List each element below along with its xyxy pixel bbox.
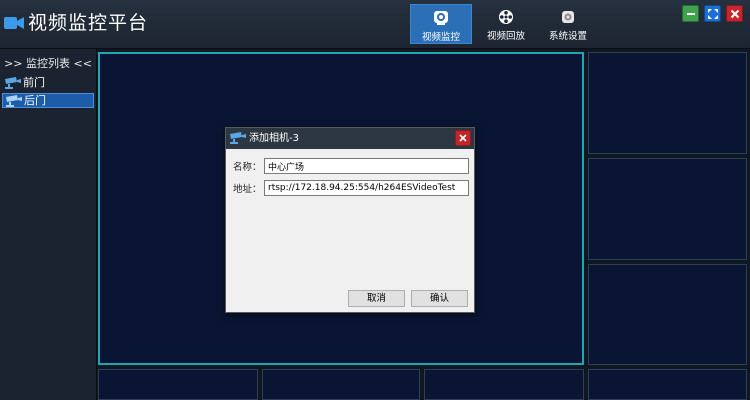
tab-video-monitoring[interactable]: 视频监控	[410, 4, 472, 44]
address-input[interactable]	[264, 180, 469, 196]
video-cell-8[interactable]	[588, 369, 747, 400]
tab-label: 视频回放	[486, 31, 525, 42]
address-label: 地址：	[233, 184, 262, 195]
video-cell-2[interactable]	[588, 52, 747, 154]
dialog-title: 添加相机-3	[249, 133, 299, 144]
close-icon	[730, 9, 740, 19]
app-title: 视频监控平台	[28, 12, 149, 34]
camera-icon	[434, 11, 448, 25]
dialog-titlebar[interactable]: 添加相机-3	[226, 128, 474, 149]
minimize-button[interactable]	[682, 5, 699, 22]
cancel-button[interactable]: 取消	[348, 290, 405, 307]
monitor-list-sidebar: >> 监控列表 << 前门 后门	[0, 49, 97, 400]
maximize-button[interactable]	[704, 5, 721, 22]
video-cell-6[interactable]	[262, 369, 420, 400]
sidebar-item-front-door[interactable]: 前门	[2, 76, 94, 91]
video-cell-4[interactable]	[588, 264, 747, 365]
cctv-camera-icon	[230, 132, 246, 144]
tab-label: 系统设置	[548, 31, 587, 42]
cctv-camera-icon	[5, 77, 21, 89]
sidebar-item-label: 前门	[23, 76, 45, 89]
name-label: 名称：	[233, 162, 262, 173]
tab-system-settings[interactable]: 系统设置	[537, 4, 599, 44]
confirm-button[interactable]: 确认	[411, 290, 468, 307]
add-camera-dialog: 添加相机-3 名称： 地址： 取消 确认	[225, 127, 475, 313]
dialog-close-button[interactable]	[455, 130, 471, 146]
video-cell-7[interactable]	[424, 369, 584, 400]
cctv-camera-icon	[6, 95, 22, 107]
close-button[interactable]	[726, 5, 743, 22]
tab-label: 视频监控	[421, 32, 460, 43]
gear-icon	[562, 11, 574, 23]
sidebar-header: >> 监控列表 <<	[4, 57, 92, 70]
close-icon	[459, 134, 467, 142]
film-reel-icon	[499, 10, 513, 24]
video-cell-3[interactable]	[588, 158, 747, 260]
app-header: 视频监控平台 视频监控 视频回放 系统设置	[0, 0, 750, 49]
minimize-icon	[687, 13, 695, 15]
video-camera-icon	[4, 17, 24, 29]
sidebar-item-back-door[interactable]: 后门	[2, 93, 94, 108]
tab-video-playback[interactable]: 视频回放	[475, 4, 537, 44]
name-input[interactable]	[264, 158, 469, 174]
maximize-icon	[708, 9, 718, 19]
sidebar-item-label: 后门	[24, 94, 46, 107]
video-cell-5[interactable]	[98, 369, 258, 400]
